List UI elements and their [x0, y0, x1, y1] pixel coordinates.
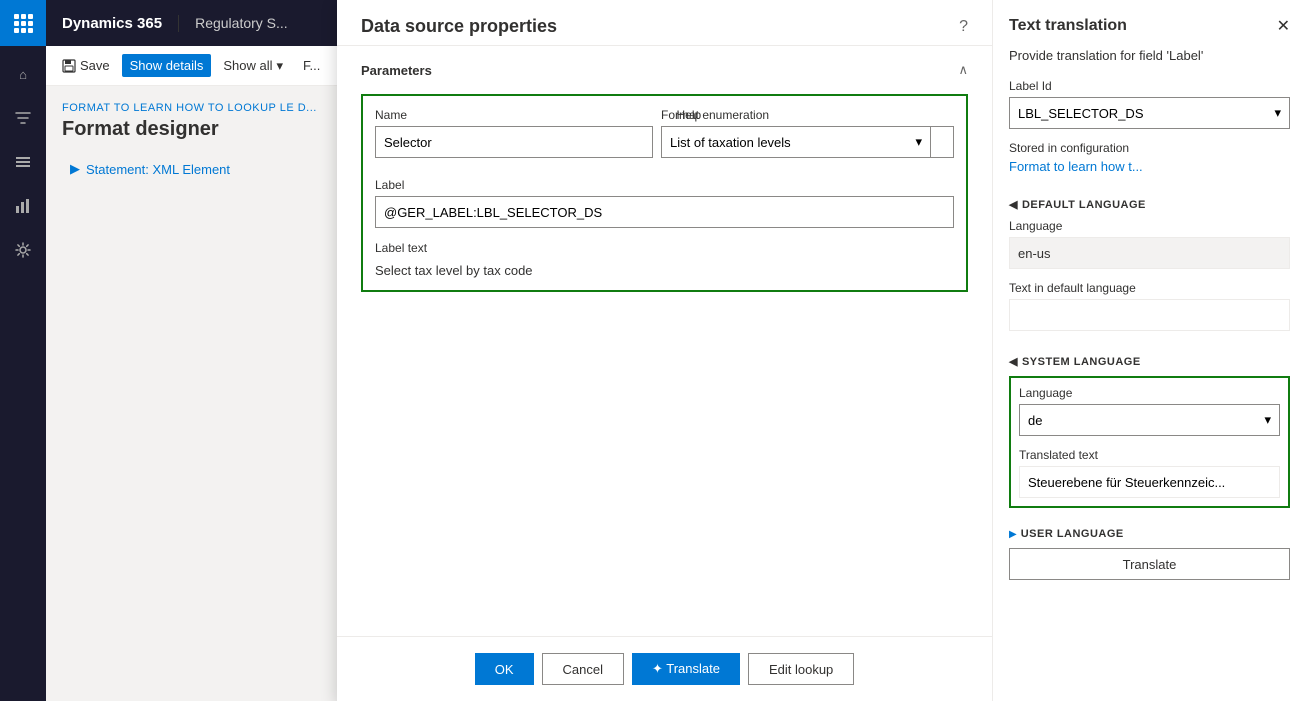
sidebar: ⌂	[0, 46, 46, 701]
parameters-section-header: Parameters ∧	[361, 62, 968, 78]
name-input[interactable]	[375, 126, 653, 158]
show-details-button[interactable]: Show details	[122, 54, 212, 77]
label-id-label: Label Id	[1009, 79, 1290, 93]
stored-in-config-field: Stored in configuration Format to learn …	[1009, 141, 1290, 174]
label-field: Label	[375, 178, 954, 228]
system-lang-dropdown[interactable]: de ▾	[1019, 404, 1280, 436]
modal-header: Data source properties ?	[337, 0, 992, 46]
name-label: Name	[375, 108, 653, 122]
name-field: Name	[375, 108, 653, 158]
panel-header: Text translation ✕	[1009, 16, 1290, 36]
user-lang-chevron: ▶	[1009, 529, 1017, 540]
default-language-section-title: ◀ DEFAULT LANGUAGE	[1009, 198, 1290, 211]
panel-subtitle: Provide translation for field 'Label'	[1009, 48, 1290, 63]
app-title: Dynamics 365	[46, 15, 179, 32]
text-default-field: Text in default language	[1009, 281, 1290, 331]
stored-in-config-label: Stored in configuration	[1009, 141, 1290, 155]
language-label: Language	[1009, 219, 1290, 233]
system-language-highlighted: Language de ▾ Translated text	[1009, 376, 1290, 508]
show-all-button[interactable]: Show all ▾	[215, 54, 291, 78]
panel-title: Text translation	[1009, 17, 1127, 35]
modal-title: Data source properties	[361, 16, 557, 37]
section-title-parameters: Parameters	[361, 63, 432, 78]
system-lang-label: Language	[1019, 386, 1280, 400]
modal-body: Parameters ∧ Name Help	[337, 46, 992, 636]
close-icon[interactable]: ✕	[1277, 16, 1290, 36]
user-language-label: USER LANGUAGE	[1021, 528, 1124, 540]
translate-button[interactable]: ✦ Translate	[632, 653, 740, 685]
label-input[interactable]	[375, 196, 954, 228]
panel-translate-button[interactable]: Translate	[1009, 548, 1290, 580]
help-icon[interactable]: ?	[959, 18, 968, 36]
data-source-modal: Data source properties ? Parameters ∧ Na…	[337, 0, 992, 701]
format-enum-select[interactable]: List of taxation levels ▾	[661, 126, 931, 158]
sidebar-icon-home[interactable]: ⌂	[3, 54, 43, 94]
translated-text-label: Translated text	[1019, 448, 1280, 462]
ok-button[interactable]: OK	[475, 653, 534, 685]
user-language-section: ▶ USER LANGUAGE	[1009, 528, 1290, 540]
section-collapse-icon[interactable]: ∧	[958, 62, 968, 78]
save-button[interactable]: Save	[54, 54, 118, 77]
label-id-dropdown[interactable]: LBL_SELECTOR_DS ▾	[1009, 97, 1290, 129]
edit-lookup-button[interactable]: Edit lookup	[748, 653, 854, 685]
label-text-label: Label text	[375, 241, 427, 255]
app-name: Regulatory S...	[179, 15, 304, 31]
default-language-field: Language en-us	[1009, 219, 1290, 269]
system-language-section-title: ◀ SYSTEM LANGUAGE	[1009, 355, 1290, 368]
translation-panel: Text translation ✕ Provide translation f…	[992, 0, 1306, 701]
format-enum-label: Format enumeration	[661, 108, 931, 122]
format-button[interactable]: F...	[295, 54, 328, 77]
label-text-value: Select tax level by tax code	[375, 255, 954, 278]
text-default-input[interactable]	[1009, 299, 1290, 331]
sidebar-icon-filter[interactable]	[3, 98, 43, 138]
sidebar-icon-chart[interactable]	[3, 186, 43, 226]
system-lang-field: Language de ▾	[1019, 386, 1280, 436]
sidebar-icon-list[interactable]	[3, 142, 43, 182]
language-value: en-us	[1009, 237, 1290, 269]
translated-text-input[interactable]	[1019, 466, 1280, 498]
label-label: Label	[375, 178, 954, 192]
format-enum-field: Format enumeration List of taxation leve…	[661, 108, 931, 158]
waffle-button[interactable]	[0, 0, 46, 46]
label-id-field: Label Id LBL_SELECTOR_DS ▾	[1009, 79, 1290, 129]
sidebar-icon-settings[interactable]	[3, 230, 43, 270]
modal-footer: OK Cancel ✦ Translate Edit lookup	[337, 636, 992, 701]
cancel-button[interactable]: Cancel	[542, 653, 624, 685]
format-enum-container: Format enumeration List of taxation leve…	[661, 108, 931, 158]
stored-in-config-link[interactable]: Format to learn how t...	[1009, 159, 1290, 174]
translated-text-field: Translated text	[1019, 448, 1280, 498]
text-default-label: Text in default language	[1009, 281, 1290, 295]
